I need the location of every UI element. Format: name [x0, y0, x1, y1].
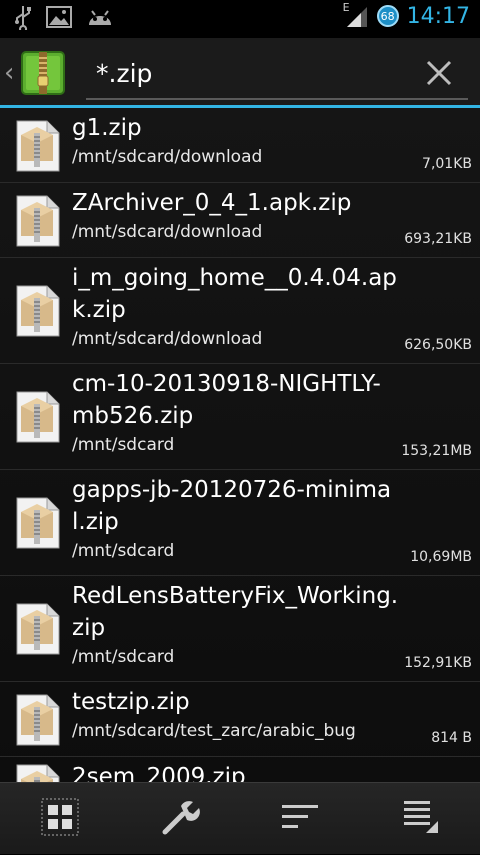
file-name: g1.zip — [72, 115, 142, 141]
file-path: /mnt/sdcard — [72, 435, 175, 455]
zip-file-icon — [13, 496, 61, 550]
file-size: 626,50KB — [404, 337, 472, 353]
bottom-toolbar — [0, 782, 480, 854]
menu-icon — [400, 799, 440, 839]
signal-icon: E — [343, 1, 369, 29]
file-path: /mnt/sdcard — [72, 647, 175, 667]
file-path: /mnt/sdcard/download — [72, 147, 263, 167]
status-bar: E 68 14:17 — [0, 0, 480, 38]
file-row[interactable]: cm-10-20130918-NIGHTLY-mb526.zip/mnt/sdc… — [0, 364, 480, 470]
file-path: /mnt/sdcard — [72, 541, 175, 561]
file-size: 152,91KB — [404, 655, 472, 671]
file-row[interactable]: gapps-jb-20120726-minimal.zip/mnt/sdcard… — [0, 470, 480, 576]
file-name: i_m_going_home__0.4.04.apk.zip — [72, 265, 397, 323]
file-row[interactable]: ZArchiver_0_4_1.apk.zip/mnt/sdcard/downl… — [0, 183, 480, 258]
zip-file-icon — [13, 693, 61, 747]
file-name: gapps-jb-20120726-minimal.zip — [72, 477, 392, 535]
zip-file-icon — [13, 763, 61, 782]
menu-button[interactable] — [360, 783, 480, 855]
search-field[interactable] — [86, 46, 468, 100]
android-icon — [86, 5, 114, 33]
action-bar: ‹ — [0, 38, 480, 108]
zip-file-icon — [13, 119, 61, 173]
close-icon[interactable] — [424, 58, 454, 88]
zip-file-icon — [13, 390, 61, 444]
file-name: testzip.zip — [72, 689, 190, 715]
search-input[interactable] — [96, 58, 396, 88]
battery-icon: 68 — [376, 5, 399, 27]
file-path: /mnt/sdcard/test_zarc/arabic_bug — [72, 721, 356, 741]
file-size: 693,21KB — [404, 231, 472, 247]
zip-file-icon — [13, 284, 61, 338]
sort-icon — [280, 802, 320, 836]
file-name: ZArchiver_0_4_1.apk.zip — [72, 190, 352, 216]
image-icon — [46, 6, 72, 32]
file-row[interactable]: g1.zip/mnt/sdcard/download 7,01KB — [0, 108, 480, 183]
clock: 14:17 — [406, 3, 470, 29]
file-name: cm-10-20130918-NIGHTLY-mb526.zip — [72, 371, 381, 429]
file-path: /mnt/sdcard/download — [72, 222, 263, 242]
file-row[interactable]: 2sem_2009.zip — [0, 757, 480, 782]
sort-button[interactable] — [240, 783, 360, 855]
wrench-icon — [159, 796, 201, 842]
file-row[interactable]: i_m_going_home__0.4.04.apk.zip/mnt/sdcar… — [0, 258, 480, 364]
zip-file-icon — [13, 602, 61, 656]
file-size: 7,01KB — [422, 156, 472, 172]
grid-view-button[interactable] — [0, 783, 120, 855]
back-chevron-icon[interactable]: ‹ — [4, 58, 14, 88]
file-list[interactable]: g1.zip/mnt/sdcard/download 7,01KB ZArchive… — [0, 108, 480, 782]
usb-icon — [14, 4, 32, 34]
file-size: 10,69MB — [410, 549, 472, 565]
grid-view-icon — [41, 798, 79, 840]
file-name: 2sem_2009.zip — [72, 764, 246, 782]
file-path: /mnt/sdcard/download — [72, 329, 263, 349]
file-row[interactable]: RedLensBatteryFix_Working.zip/mnt/sdcard… — [0, 576, 480, 682]
file-size: 153,21MB — [401, 443, 472, 459]
file-size: 814 B — [431, 730, 472, 746]
settings-button[interactable] — [120, 783, 240, 855]
zarchiver-app-icon[interactable] — [20, 50, 66, 96]
file-row[interactable]: testzip.zip/mnt/sdcard/test_zarc/arabic_… — [0, 682, 480, 757]
file-name: RedLensBatteryFix_Working.zip — [72, 583, 399, 641]
zip-file-icon — [13, 194, 61, 248]
